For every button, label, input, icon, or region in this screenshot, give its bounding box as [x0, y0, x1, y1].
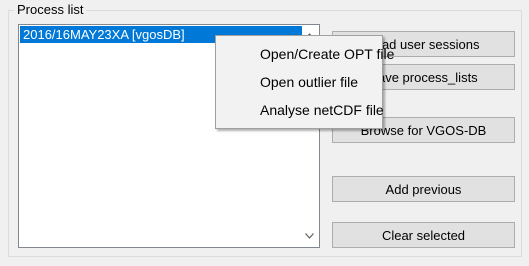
- groupbox-title: Process list: [14, 2, 87, 18]
- menu-item-analyse-netcdf[interactable]: Analyse netCDF file: [216, 96, 384, 124]
- clear-selected-button[interactable]: Clear selected: [332, 222, 515, 248]
- process-list-panel: Process list 2016/16MAY23XA [vgosDB] Loa…: [0, 0, 529, 266]
- chevron-down-icon[interactable]: [301, 228, 317, 244]
- add-previous-button[interactable]: Add previous: [332, 176, 515, 202]
- context-menu: Open/Create OPT file Open outlier file A…: [215, 35, 394, 129]
- menu-item-open-outlier[interactable]: Open outlier file: [216, 68, 382, 96]
- menu-item-open-create-opt[interactable]: Open/Create OPT file: [216, 40, 394, 68]
